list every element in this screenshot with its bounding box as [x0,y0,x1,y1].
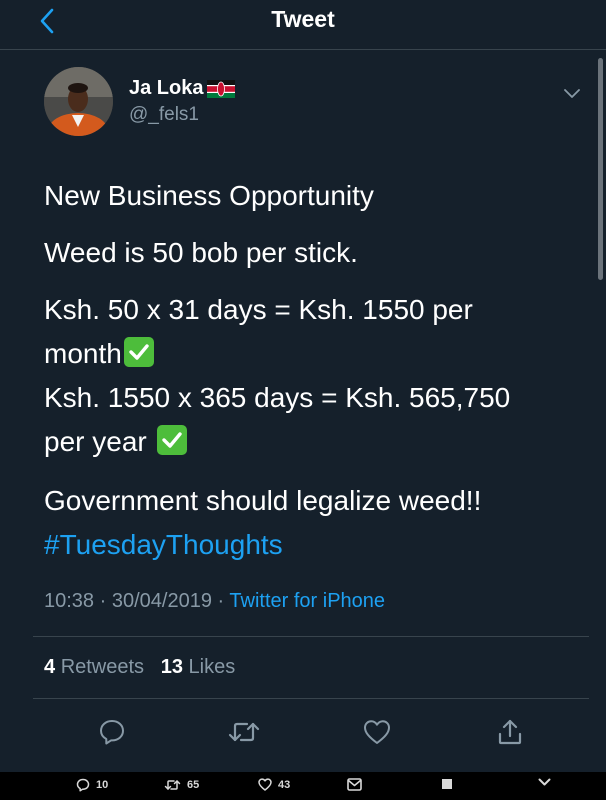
divider [33,636,589,637]
user-handle[interactable]: @_fels1 [129,104,199,126]
bottom-like-button[interactable]: 43 [258,778,290,791]
bottom-retweet-count: 65 [187,779,200,791]
bottom-square-button[interactable] [441,778,453,790]
meta-separator: · [99,590,107,612]
chevron-down-icon [564,89,580,98]
retweet-button[interactable] [228,716,260,748]
likes-label: Likes [188,656,236,678]
chevron-down-icon [538,778,551,786]
hashtag-link[interactable]: #TuesdayThoughts [44,523,574,567]
header: Tweet [0,0,606,50]
bottom-reply-button[interactable]: 10 [76,778,108,792]
retweet-icon [228,722,260,742]
tweet-line: New Business Opportunity [44,180,374,211]
check-mark-icon [123,337,154,367]
bottom-reply-count: 10 [96,779,109,791]
tweet-stats: 4 Retweets 13 Likes [44,656,235,679]
kenya-flag-icon [207,79,236,98]
avatar[interactable] [44,67,113,136]
like-button[interactable] [361,716,393,748]
tweet-text: New Business Opportunity Weed is 50 bob … [44,174,574,567]
tweet-line: Ksh. 1550 x 365 days = Ksh. 565,750 [44,382,511,413]
retweets-count: 4 [44,656,56,678]
like-icon [364,720,390,744]
tweet-line: month [44,332,574,376]
tweet-line-text: month [44,338,122,369]
tweet-line: per year [44,420,574,464]
mail-icon [347,778,362,791]
tweet-meta: 10:38 · 30/04/2019 · Twitter for iPhone [44,590,385,613]
user-name[interactable]: Ja Loka [129,77,236,100]
like-icon [258,778,272,791]
reply-button[interactable] [96,716,128,748]
bottom-like-count: 43 [278,778,291,791]
share-icon [498,719,522,745]
tweet-actions [0,716,606,748]
tweet-time: 10:38 [44,590,95,612]
tweet-date: 30/04/2019 [111,590,212,612]
tweet-options-button[interactable] [560,84,584,104]
tweet-line: Ksh. 50 x 31 days = Ksh. 1550 per [44,294,473,325]
square-icon [442,779,452,789]
bottom-bar: 10 65 43 [0,772,606,800]
scrollbar[interactable] [598,58,603,280]
retweet-icon [164,780,181,790]
bottom-chevron-button[interactable] [538,778,551,787]
likes-stat[interactable]: 13 Likes [161,656,236,678]
meta-separator: · [217,590,225,612]
reply-icon [76,778,90,792]
tweet-source-link[interactable]: Twitter for iPhone [229,590,385,612]
tweet-line: Government should legalize weed!! [44,485,482,516]
reply-icon [100,720,124,745]
tweet-line-text: per year [44,426,147,457]
divider [33,698,589,699]
bottom-retweet-button[interactable]: 65 [164,778,199,792]
check-mark-icon [156,425,187,455]
avatar-image [44,67,113,136]
user-name-text: Ja Loka [129,77,204,99]
bottom-mail-button[interactable] [347,778,362,791]
share-button[interactable] [494,716,526,748]
retweets-stat[interactable]: 4 Retweets [44,656,144,678]
page-title: Tweet [271,6,335,32]
retweets-label: Retweets [60,656,145,678]
likes-count: 13 [160,656,183,678]
tweet-line: Weed is 50 bob per stick. [44,237,358,268]
